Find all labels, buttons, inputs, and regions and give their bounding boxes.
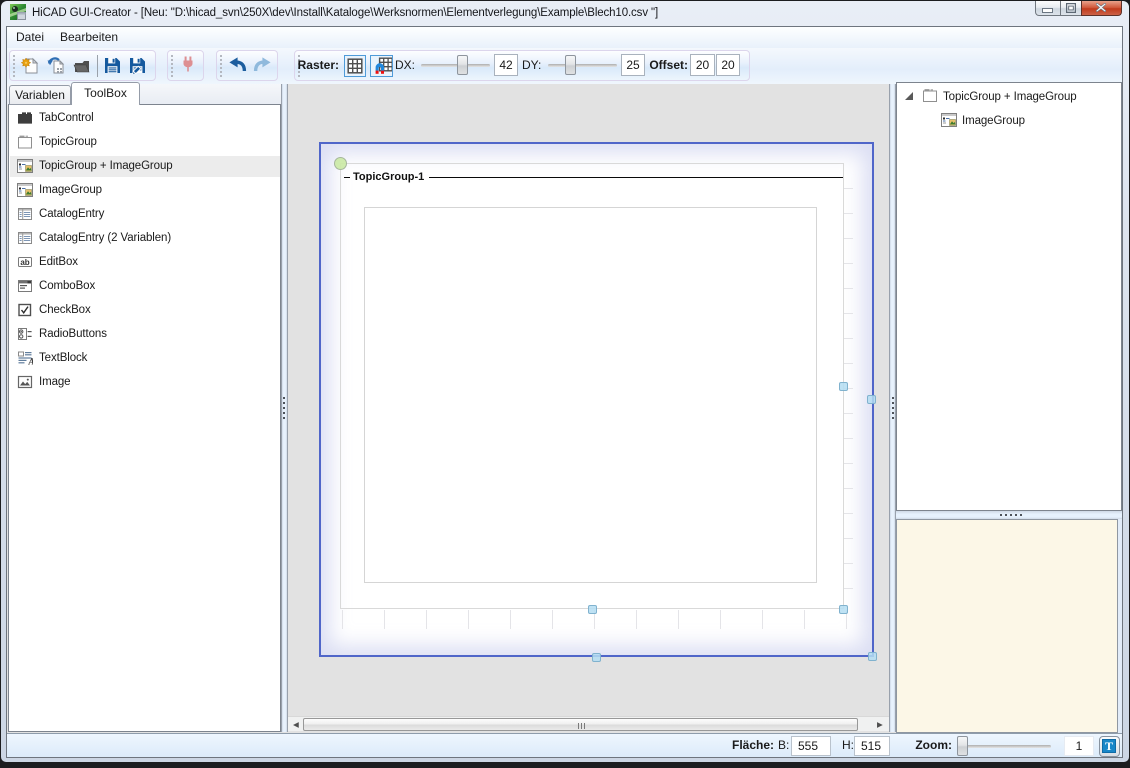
svg-text:ab: ab: [20, 258, 29, 267]
svg-text:A: A: [28, 356, 34, 365]
